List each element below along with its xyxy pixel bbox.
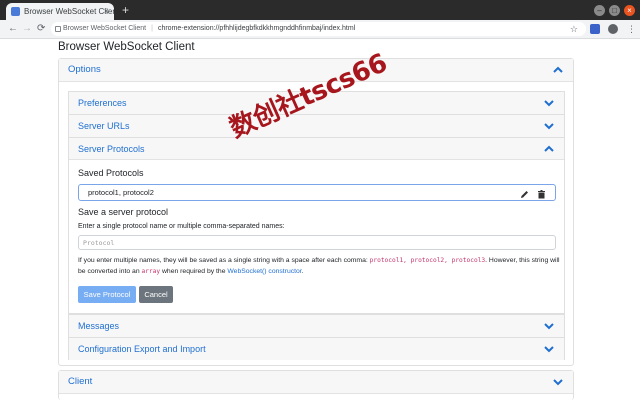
server-urls-panel[interactable]: Server URLs [68, 114, 565, 137]
messages-panel[interactable]: Messages [68, 314, 565, 337]
back-button[interactable]: ← [8, 22, 18, 36]
protocol-note: If you enter multiple names, they will b… [78, 256, 560, 277]
tab-close-icon[interactable]: × [104, 3, 109, 20]
forward-button[interactable]: → [22, 22, 32, 36]
saved-protocol-item[interactable]: protocol1, protocol2 [78, 184, 556, 201]
new-tab-button[interactable]: + [122, 2, 129, 18]
protocol-input[interactable] [78, 235, 556, 250]
chevron-down-icon[interactable] [543, 343, 555, 355]
server-protocols-title: Server Protocols [78, 144, 145, 154]
browser-toolbar: ← → ⟳ Browser WebSocket Client | chrome-ex… [0, 20, 640, 39]
note-text-after-array: when required by the [162, 267, 226, 275]
maximize-button[interactable]: □ [609, 5, 620, 16]
client-card-header[interactable]: Client [59, 371, 573, 394]
address-bar[interactable]: Browser WebSocket Client | chrome-extensio… [51, 22, 586, 36]
note-text-end: . [301, 267, 304, 275]
minimize-button[interactable]: – [594, 5, 605, 16]
close-window-button[interactable]: × [624, 5, 635, 16]
options-card-title: Options [68, 64, 101, 75]
bookmark-star-icon[interactable]: ☆ [570, 22, 578, 36]
save-protocol-heading: Save a server protocol [78, 207, 169, 217]
config-export-panel[interactable]: Configuration Export and Import [68, 337, 565, 360]
address-url: chrome-extension://pfhhlijdegbfkdkkhmgnd… [157, 25, 356, 32]
page-title: Browser WebSocket Client [58, 41, 195, 53]
note-text-before: If you enter multiple names, they will b… [78, 257, 368, 264]
delete-trash-icon[interactable] [536, 187, 547, 199]
extension-favicon-icon [11, 7, 20, 16]
chevron-down-icon[interactable] [543, 97, 555, 109]
extension-page-icon [55, 26, 61, 32]
server-urls-title: Server URLs [78, 121, 130, 131]
preferences-title: Preferences [78, 98, 127, 108]
saved-protocols-heading: Saved Protocols [78, 168, 144, 178]
chevron-up-icon[interactable] [543, 143, 555, 155]
note-code-example: protocol1, protocol2, protocol3 [369, 257, 486, 264]
cancel-button[interactable]: Cancel [139, 286, 173, 303]
extension-icon[interactable] [590, 24, 600, 34]
config-export-title: Configuration Export and Import [78, 344, 206, 354]
edit-pencil-icon[interactable] [519, 187, 530, 198]
chevron-down-icon[interactable] [552, 376, 564, 388]
save-protocol-button[interactable]: Save Protocol [78, 286, 136, 303]
address-origin: Browser WebSocket Client [63, 25, 147, 32]
config-export-header[interactable]: Configuration Export and Import [69, 338, 564, 360]
chevron-down-icon[interactable] [543, 320, 555, 332]
chevron-down-icon[interactable] [543, 120, 555, 132]
client-card-title: Client [68, 376, 93, 387]
messages-header[interactable]: Messages [69, 315, 564, 337]
server-urls-header[interactable]: Server URLs [69, 115, 564, 137]
chevron-up-icon[interactable] [552, 64, 564, 76]
client-card: Client [58, 370, 574, 400]
browser-title-bar: Browser WebSocket Client × + – □ × [0, 0, 640, 20]
saved-protocol-value: protocol1, protocol2 [88, 188, 154, 197]
messages-title: Messages [78, 321, 120, 331]
profile-avatar-icon[interactable] [608, 24, 618, 34]
protocol-hint-text: Enter a single protocol name or multiple… [78, 223, 285, 230]
note-code-array: array [141, 267, 161, 275]
websocket-constructor-link[interactable]: WebSocket() constructor [227, 268, 301, 275]
browser-menu-icon[interactable]: ⋮ [627, 23, 636, 35]
tab-title: Browser WebSocket Client [24, 7, 114, 16]
server-protocols-header[interactable]: Server Protocols [69, 138, 564, 160]
browser-tab[interactable]: Browser WebSocket Client × [6, 3, 114, 20]
reload-button[interactable]: ⟳ [37, 22, 45, 36]
